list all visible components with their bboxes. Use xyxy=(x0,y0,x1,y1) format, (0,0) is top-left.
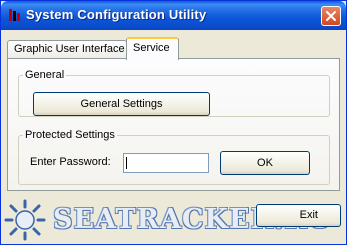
ok-label: OK xyxy=(257,157,273,169)
general-settings-button[interactable]: General Settings xyxy=(33,92,210,116)
tab-graphic-user-interface[interactable]: Graphic User Interface xyxy=(7,40,127,59)
window-title: System Configuration Utility xyxy=(26,7,207,22)
app-icon xyxy=(9,9,20,21)
ok-button[interactable]: OK xyxy=(220,151,310,175)
tab-panel-service: General General Settings Protected Setti… xyxy=(7,58,340,191)
title-bar[interactable]: System Configuration Utility xyxy=(1,1,346,30)
sun-icon xyxy=(4,199,46,241)
general-settings-label: General Settings xyxy=(80,98,163,110)
protected-settings-title: Protected Settings xyxy=(25,129,115,141)
tab-label: Graphic User Interface xyxy=(14,43,125,55)
close-button[interactable] xyxy=(321,6,341,26)
general-group-title: General xyxy=(25,69,65,81)
exit-label: Exit xyxy=(299,209,318,221)
text-caret xyxy=(126,157,127,169)
tab-service[interactable]: Service xyxy=(126,37,179,60)
exit-button[interactable]: Exit xyxy=(256,204,341,227)
password-field[interactable] xyxy=(123,153,209,173)
main-window: System Configuration Utility Graphic Use… xyxy=(0,0,347,245)
close-icon xyxy=(326,11,336,21)
password-label: Enter Password: xyxy=(30,156,111,168)
tab-label: Service xyxy=(133,42,170,54)
